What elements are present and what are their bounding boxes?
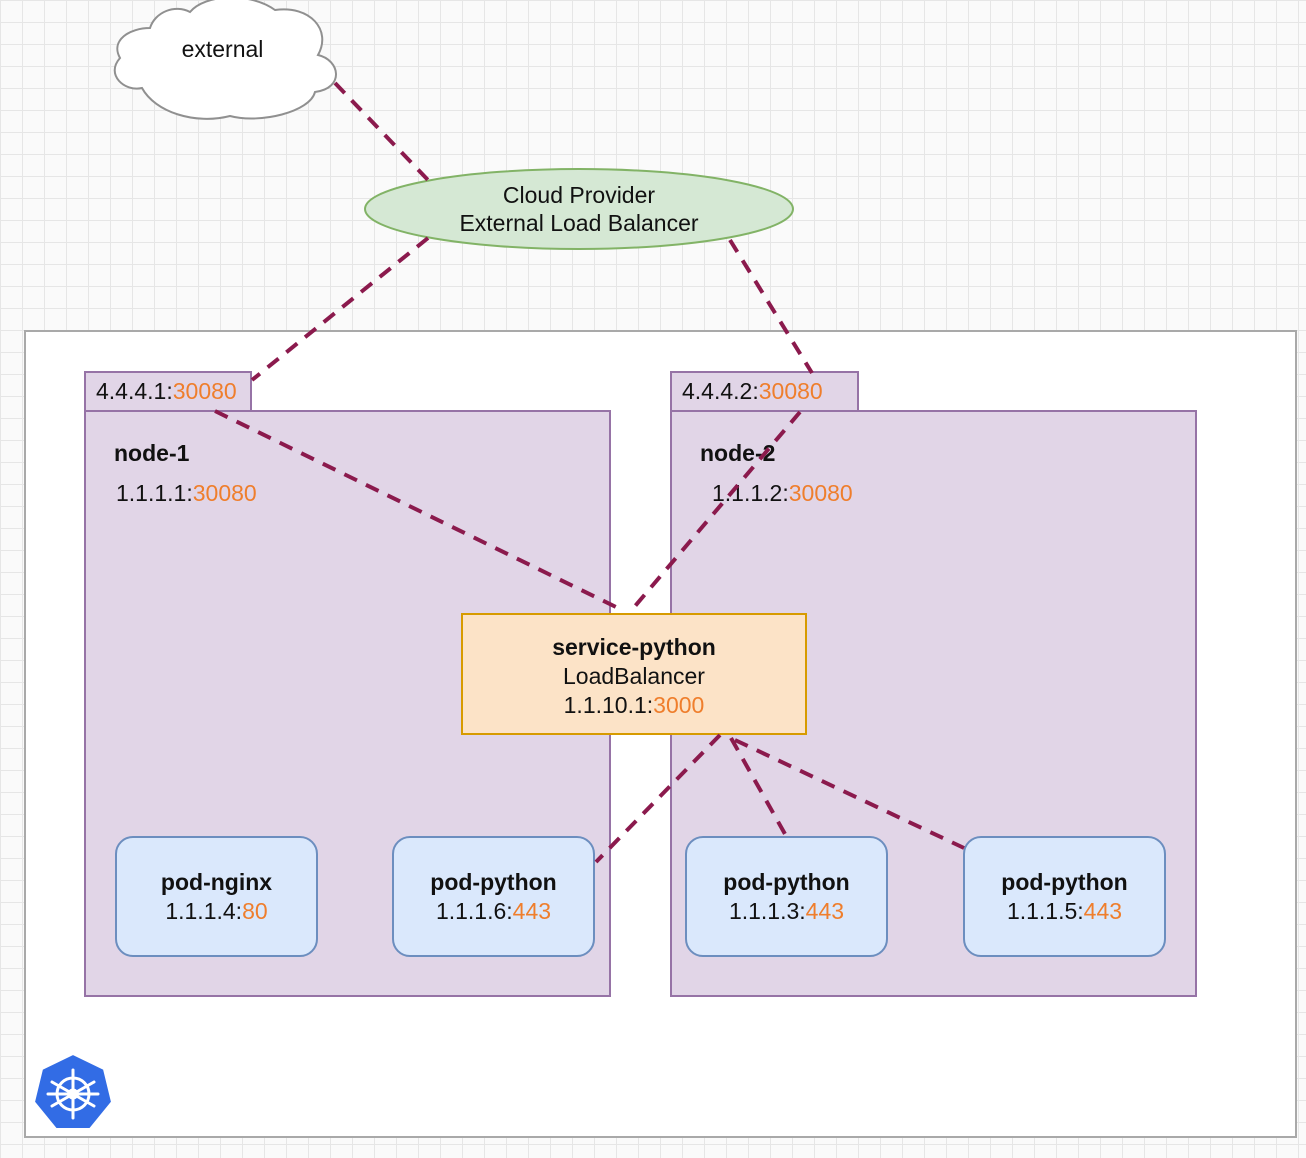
kubernetes-logo-icon <box>32 1052 114 1130</box>
pod-python-3-box: pod-python 1.1.1.5:443 <box>963 836 1166 957</box>
service-title: service-python <box>552 634 716 660</box>
pod-title: pod-python <box>723 869 850 895</box>
pod-address: 1.1.1.5:443 <box>965 897 1164 926</box>
node-2-title: node-2 <box>700 440 776 466</box>
pod-nginx-box: pod-nginx 1.1.1.4:80 <box>115 836 318 957</box>
pod-port: 80 <box>242 898 268 924</box>
node-1-ip-port: 30080 <box>192 480 257 506</box>
pod-port: 443 <box>1083 898 1123 924</box>
node-1-ip: 1.1.1.1:30080 <box>116 480 257 507</box>
pod-python-1-box: pod-python 1.1.1.6:443 <box>392 836 595 957</box>
pod-ip: 1.1.1.6: <box>435 898 513 924</box>
pod-ip: 1.1.1.3: <box>728 898 806 924</box>
node-2-ip: 1.1.1.2:30080 <box>712 480 853 507</box>
node-1-external-ip-tab: 4.4.4.1:30080 <box>84 371 252 413</box>
service-type: LoadBalancer <box>563 663 705 689</box>
node-2-external-ip-tab: 4.4.4.2:30080 <box>670 371 859 413</box>
pod-title: pod-nginx <box>160 869 273 895</box>
node-1-title: node-1 <box>114 440 190 466</box>
pod-title: pod-python <box>430 869 557 895</box>
pod-address: 1.1.1.6:443 <box>394 897 593 926</box>
node-1-tab-port: 30080 <box>172 378 237 404</box>
node-1-tab-ip: 4.4.4.1: <box>96 378 173 404</box>
service-ip: 1.1.10.1: <box>563 692 654 718</box>
node-2-tab-port: 30080 <box>758 378 823 404</box>
node-2-ip-address: 1.1.1.2: <box>712 480 789 506</box>
pod-port: 443 <box>512 898 552 924</box>
load-balancer-line2: External Load Balancer <box>459 210 699 236</box>
service-port: 3000 <box>653 692 705 718</box>
service-address: 1.1.10.1:3000 <box>463 691 805 720</box>
node-1-ip-address: 1.1.1.1: <box>116 480 193 506</box>
external-label: external <box>181 36 264 62</box>
pod-ip: 1.1.1.4: <box>165 898 243 924</box>
node-2-tab-ip: 4.4.4.2: <box>682 378 759 404</box>
pod-port: 443 <box>805 898 845 924</box>
load-balancer-line1: Cloud Provider <box>502 182 656 208</box>
node-2-ip-port: 30080 <box>788 480 853 506</box>
pod-title: pod-python <box>1001 869 1128 895</box>
pod-address: 1.1.1.4:80 <box>117 897 316 926</box>
load-balancer-label: Cloud Provider External Load Balancer <box>400 181 758 237</box>
pod-ip: 1.1.1.5: <box>1006 898 1084 924</box>
pod-python-2-box: pod-python 1.1.1.3:443 <box>685 836 888 957</box>
service-python-box: service-python LoadBalancer 1.1.10.1:300… <box>461 613 807 735</box>
pod-address: 1.1.1.3:443 <box>687 897 886 926</box>
